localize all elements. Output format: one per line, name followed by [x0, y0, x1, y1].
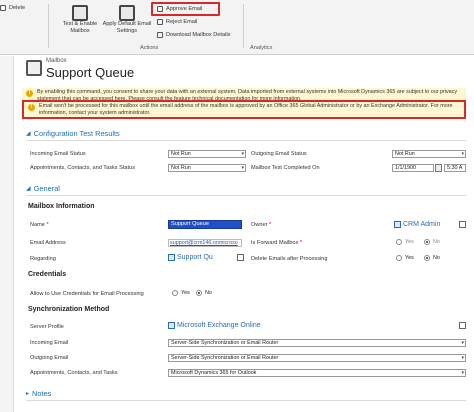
mailbox-test-icon [72, 5, 88, 21]
incoming-email-label: Incoming Email [30, 340, 69, 346]
outgoing-status-label: Outgoing Email Status [251, 151, 307, 157]
server-profile-label: Server Profile [30, 324, 64, 330]
chevron-down-icon: ▾ [461, 151, 464, 157]
required-marker: * [299, 240, 302, 246]
download-mailbox-details-button[interactable]: Download Mailbox Details [157, 32, 230, 38]
forward-mailbox-label: Is Forward Mailbox * [251, 240, 302, 246]
chevron-down-icon: ▾ [461, 370, 464, 376]
collapse-caret-icon: ◢ [26, 131, 31, 137]
notes-section[interactable]: ▸ Notes [26, 389, 51, 398]
expand-caret-icon: ▸ [26, 391, 30, 397]
server-profile-lookup[interactable]: Microsoft Exchange Online [168, 321, 466, 330]
outgoing-status-select[interactable]: Not Run ▾ [392, 150, 466, 158]
navigation-bar [0, 56, 14, 412]
lookup-search-icon[interactable] [459, 221, 466, 228]
radio-icon [396, 239, 402, 245]
delete-no-radio[interactable]: No [424, 255, 440, 261]
appointments-status-label: Appointments, Contacts, and Tasks Status [30, 165, 135, 171]
credentials-heading: Credentials [28, 271, 67, 278]
appointments-sync-label: Appointments, Contacts, and Tasks [30, 370, 118, 376]
radio-icon [396, 255, 402, 261]
allow-credentials-label: Allow to Use Credentials for Email Proce… [30, 291, 144, 297]
name-label: Name * [30, 222, 49, 228]
entity-name: Mailbox [46, 58, 67, 64]
incoming-email-select[interactable]: Server-Side Synchronization or Email Rou… [168, 339, 466, 347]
delete-icon [0, 5, 6, 11]
general-section[interactable]: ◢ General [26, 184, 60, 193]
lookup-search-icon[interactable] [237, 254, 244, 261]
approval-notification: ! Email won't be processed for this mail… [22, 100, 466, 119]
mailbox-information-heading: Mailbox Information [28, 203, 95, 210]
appointments-sync-select[interactable]: Microsoft Dynamics 365 for Outlook ▾ [168, 369, 466, 377]
name-input[interactable]: Support Queue [168, 220, 242, 229]
radio-icon [196, 290, 202, 296]
appointments-status-select[interactable]: Not Run ▾ [168, 164, 246, 172]
email-address-input[interactable]: support@crm146.onmicroso [168, 239, 242, 247]
regarding-label: Regarding [30, 256, 56, 262]
outgoing-email-label: Outgoing Email [30, 355, 69, 361]
regarding-lookup[interactable]: Support Qu [168, 253, 244, 262]
collapse-caret-icon: ◢ [26, 186, 31, 192]
incoming-status-select[interactable]: Not Run ▾ [168, 150, 246, 158]
record-title: Support Queue [46, 65, 135, 80]
owner-lookup[interactable]: CRM Admin [394, 220, 466, 229]
credentials-yes-radio[interactable]: Yes [172, 290, 190, 296]
credentials-no-radio[interactable]: No [196, 290, 212, 296]
email-address-label: Email Address [30, 240, 66, 246]
section-divider [26, 400, 466, 401]
radio-icon [172, 290, 178, 296]
forward-no-radio[interactable]: No [424, 239, 440, 245]
reject-icon [157, 19, 163, 25]
config-test-results-section[interactable]: ◢ Configuration Test Results [26, 129, 120, 138]
incoming-status-label: Incoming Email Status [30, 151, 86, 157]
synchronization-method-heading: Synchronization Method [28, 306, 110, 313]
download-icon [157, 32, 163, 38]
test-completed-label: Mailbox Test Completed On [251, 165, 320, 171]
test-enable-mailbox-button[interactable]: Test & Enable Mailbox [56, 5, 104, 34]
form-header: Mailbox Support Queue [22, 58, 134, 80]
delete-after-processing-label: Delete Emails after Processing [251, 256, 328, 262]
section-divider [26, 140, 466, 141]
test-completed-date[interactable]: 1/1/1900 [392, 164, 434, 172]
warning-icon: ! [26, 90, 33, 97]
chevron-down-icon: ▾ [461, 355, 464, 361]
user-icon [394, 221, 401, 228]
test-completed-time[interactable]: 5:30 A [444, 164, 466, 172]
delete-button[interactable]: Delete [0, 5, 25, 11]
warning-icon: ! [28, 104, 35, 111]
required-marker: * [269, 222, 272, 228]
radio-icon [424, 255, 430, 261]
reject-email-button[interactable]: Reject Email [157, 19, 197, 25]
group-analytics-label: Analytics [250, 45, 273, 51]
chevron-down-icon: ▾ [241, 165, 244, 171]
forward-yes-radio[interactable]: Yes [396, 239, 414, 245]
owner-label: Owner * [251, 222, 272, 228]
section-divider [26, 195, 466, 196]
approve-email-highlight [151, 2, 220, 16]
queue-icon [168, 254, 175, 261]
required-marker: * [46, 222, 49, 228]
apply-default-email-settings-button[interactable]: Apply Default Email Settings [102, 5, 152, 34]
email-settings-icon [119, 5, 135, 21]
calendar-icon[interactable] [435, 164, 442, 172]
group-actions-label: Actions [140, 45, 159, 51]
radio-icon [424, 239, 430, 245]
ribbon-divider [48, 4, 49, 48]
ribbon-divider [243, 4, 244, 48]
server-icon [168, 322, 175, 329]
lookup-search-icon[interactable] [459, 322, 466, 329]
delete-yes-radio[interactable]: Yes [396, 255, 414, 261]
chevron-down-icon: ▾ [241, 151, 244, 157]
outgoing-email-select[interactable]: Server-Side Synchronization or Email Rou… [168, 354, 466, 362]
chevron-down-icon: ▾ [461, 340, 464, 346]
